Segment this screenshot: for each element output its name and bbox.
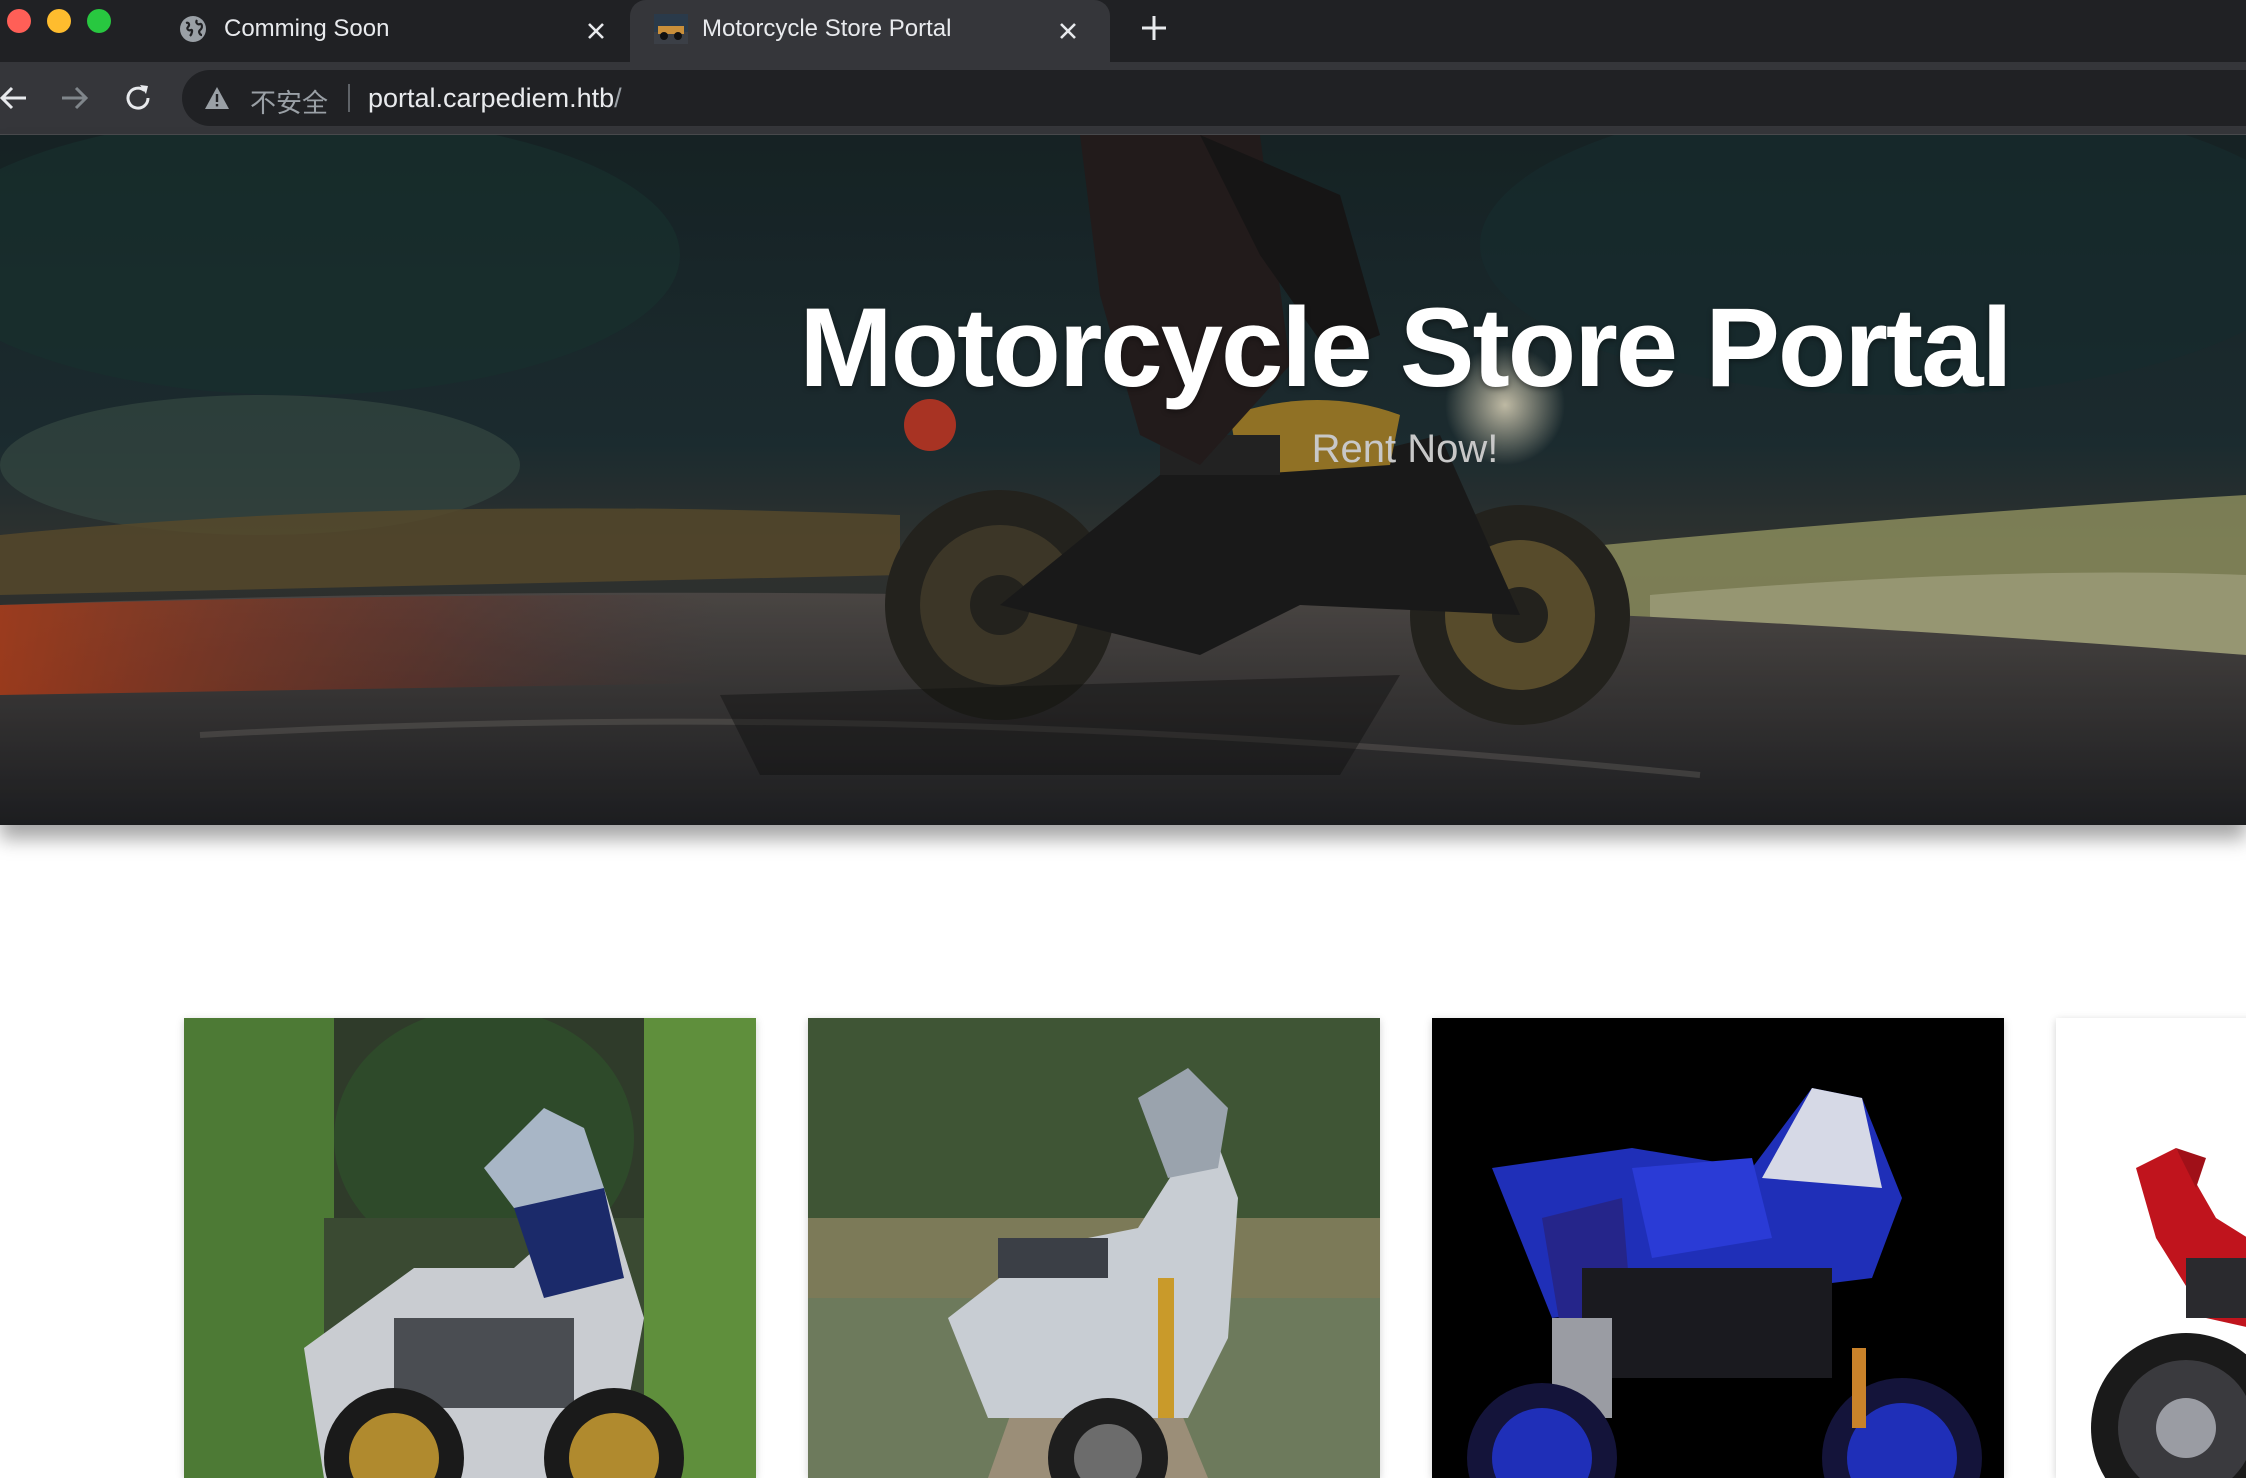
arrow-left-icon	[0, 86, 26, 110]
window-maximize-button[interactable]	[87, 9, 111, 33]
url-host: portal.carpediem.htb	[368, 83, 615, 113]
hero-subtitle: Rent Now!	[1311, 427, 1499, 471]
hero-background-image	[0, 135, 2246, 825]
browser-toolbar: 不安全 portal.carpediem.htb/	[0, 62, 2246, 135]
url-path: /	[614, 83, 622, 113]
back-button[interactable]	[0, 76, 36, 120]
site-thumbnail-icon	[654, 12, 688, 46]
window-minimize-button[interactable]	[47, 9, 71, 33]
product-image	[2056, 1018, 2246, 1478]
tab-title: Motorcycle Store Portal	[702, 15, 952, 42]
browser-tab-bar: Comming Soon Motorcycle Store Portal	[0, 0, 2246, 62]
product-card[interactable]	[808, 1018, 1380, 1478]
close-icon[interactable]	[576, 11, 616, 51]
product-image	[808, 1018, 1380, 1478]
product-card[interactable]	[2056, 1018, 2246, 1478]
address-divider	[348, 84, 350, 112]
address-bar[interactable]: 不安全 portal.carpediem.htb/	[182, 70, 2246, 126]
close-icon[interactable]	[1048, 11, 1088, 51]
window-close-button[interactable]	[7, 9, 31, 33]
tab-title: Comming Soon	[224, 15, 390, 42]
warning-icon[interactable]	[204, 85, 230, 111]
new-tab-button[interactable]	[1134, 8, 1174, 48]
plus-icon	[1142, 16, 1166, 40]
arrow-right-icon	[62, 86, 89, 110]
url-text[interactable]: portal.carpediem.htb/	[368, 83, 622, 114]
forward-button[interactable]	[52, 76, 96, 120]
product-image	[184, 1018, 756, 1478]
product-image	[1432, 1018, 2004, 1478]
tab-comming-soon[interactable]: Comming Soon	[160, 0, 630, 62]
security-label[interactable]: 不安全	[250, 83, 328, 120]
tab-motorcycle-store-portal[interactable]: Motorcycle Store Portal	[630, 0, 1110, 62]
product-card[interactable]	[184, 1018, 756, 1478]
product-card[interactable]	[1432, 1018, 2004, 1478]
page-viewport: Motorcycle Store Portal Rent Now!	[0, 135, 2246, 1478]
reload-icon	[126, 85, 150, 110]
reload-button[interactable]	[116, 76, 160, 120]
page-title: Motorcycle Store Portal	[799, 285, 2012, 410]
globe-icon	[178, 14, 208, 44]
hero-banner: Motorcycle Store Portal Rent Now!	[0, 135, 2246, 825]
